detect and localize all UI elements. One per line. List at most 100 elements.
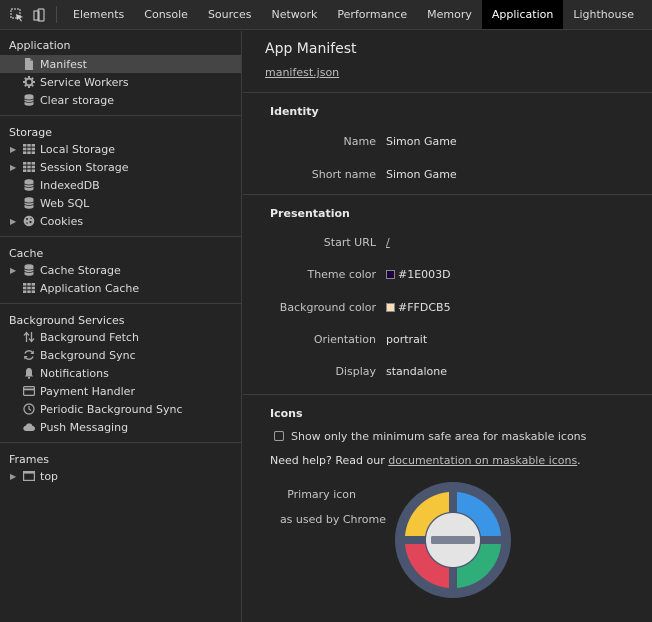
sidebar-item-service-workers[interactable]: Service Workers [0, 73, 241, 91]
tab-console[interactable]: Console [134, 0, 198, 29]
toolbar-divider [56, 6, 57, 23]
sidebar-item-payment-handler[interactable]: Payment Handler [0, 382, 241, 400]
maskable-docs-link[interactable]: documentation on maskable icons [388, 454, 577, 467]
orientation-label: Orientation [313, 332, 376, 346]
sidebar-item-label: Payment Handler [40, 384, 135, 398]
sidebar-section-background-services: Background Services Background Fetch Bac… [0, 304, 241, 443]
sidebar-item-notifications[interactable]: Notifications [0, 364, 241, 382]
tab-elements[interactable]: Elements [63, 0, 134, 29]
sidebar-section-application: Application Manifest Service Workers Cle… [0, 31, 241, 116]
frame-icon [22, 469, 36, 483]
start-url-label: Start URL [323, 236, 376, 249]
grid-icon [22, 142, 36, 156]
expand-arrow-icon[interactable]: ▶ [10, 266, 22, 275]
sidebar-item-label: Manifest [40, 57, 87, 71]
application-sidebar: Application Manifest Service Workers Cle… [0, 31, 242, 622]
sidebar-section-storage: Storage ▶ Local Storage ▶ Session Storag… [0, 116, 241, 237]
sidebar-item-application-cache[interactable]: Application Cache [0, 279, 241, 297]
expand-arrow-icon[interactable]: ▶ [10, 163, 22, 172]
manifest-link[interactable]: manifest.json [265, 66, 339, 79]
primary-icon-sublabel: as used by Chrome [279, 513, 386, 526]
sidebar-item-label: Cookies [40, 214, 84, 228]
sidebar-section-title: Background Services [9, 314, 125, 327]
presentation-section: Presentation Start URL / Theme color #1E… [243, 195, 652, 395]
identity-section: Identity Name Simon Game Short name Simo… [243, 93, 652, 195]
display-value: standalone [386, 364, 448, 378]
tab-sources[interactable]: Sources [198, 0, 262, 29]
background-color-swatch [386, 302, 395, 312]
sidebar-item-indexeddb[interactable]: IndexedDB [0, 176, 241, 194]
clock-icon [22, 402, 36, 416]
database-icon [22, 93, 36, 107]
sidebar-section-frames: Frames ▶ top [0, 443, 241, 491]
sidebar-item-background-fetch[interactable]: Background Fetch [0, 328, 241, 346]
inspect-element-icon[interactable] [6, 0, 28, 29]
background-color-label: Background color [279, 300, 376, 314]
sidebar-item-push-messaging[interactable]: Push Messaging [0, 418, 241, 436]
theme-color-label: Theme color [307, 268, 376, 281]
presentation-section-title: Presentation [270, 207, 350, 220]
cloud-icon [22, 420, 36, 434]
primary-icon-label: Primary icon [287, 488, 356, 501]
cookie-icon [22, 214, 36, 228]
sidebar-item-label: Local Storage [40, 142, 116, 156]
maskable-help-text: Need help? Read our documentation on mas… [270, 454, 652, 470]
device-toolbar-icon[interactable] [28, 0, 50, 29]
sidebar-section-title: Frames [9, 453, 50, 466]
manifest-panel: App Manifest manifest.json Identity Name… [243, 31, 652, 622]
sidebar-item-label: Application Cache [40, 281, 140, 295]
short-name-row: Short name Simon Game [270, 158, 652, 191]
maskable-safe-area-checkbox-label: Show only the minimum safe area for mask… [291, 429, 587, 443]
sidebar-item-label: IndexedDB [40, 178, 100, 192]
display-label: Display [335, 364, 376, 378]
sidebar-item-cache-storage[interactable]: ▶ Cache Storage [0, 261, 241, 279]
expand-arrow-icon[interactable]: ▶ [10, 472, 22, 481]
sidebar-item-label: Background Fetch [40, 330, 139, 344]
theme-color-value: #1E003D [398, 268, 451, 281]
sidebar-item-label: Notifications [40, 366, 109, 380]
sidebar-item-session-storage[interactable]: ▶ Session Storage [0, 158, 241, 176]
manifest-header: App Manifest manifest.json [243, 31, 652, 93]
database-icon [22, 178, 36, 192]
sidebar-item-label: Web SQL [40, 196, 90, 210]
expand-arrow-icon[interactable]: ▶ [10, 145, 22, 154]
sidebar-item-top-frame[interactable]: ▶ top [0, 467, 241, 485]
grid-icon [22, 281, 36, 295]
start-url-link[interactable]: / [386, 236, 390, 249]
maskable-safe-area-checkbox[interactable] [274, 431, 284, 441]
tab-performance[interactable]: Performance [327, 0, 417, 29]
tab-lighthouse[interactable]: Lighthouse [563, 0, 644, 29]
tab-memory[interactable]: Memory [417, 0, 482, 29]
grid-icon [22, 160, 36, 174]
background-color-row: Background color #FFDCB5 [270, 291, 652, 323]
sidebar-item-cookies[interactable]: ▶ Cookies [0, 212, 241, 230]
sidebar-item-label: top [40, 469, 59, 483]
tab-application[interactable]: Application [481, 0, 564, 29]
theme-color-swatch [386, 270, 395, 279]
sidebar-item-manifest[interactable]: Manifest [0, 55, 241, 73]
sidebar-section-cache: Cache ▶ Cache Storage Application Cache [0, 237, 241, 304]
help-suffix: . [577, 454, 581, 467]
orientation-value: portrait [386, 332, 428, 346]
sidebar-item-label: Background Sync [40, 348, 136, 362]
sidebar-item-label: Cache Storage [40, 263, 121, 277]
tab-network[interactable]: Network [261, 0, 327, 29]
start-url-row: Start URL / [270, 227, 652, 258]
sidebar-item-label: Service Workers [40, 75, 129, 89]
sidebar-section-title: Storage [9, 126, 53, 139]
sidebar-item-web-sql[interactable]: Web SQL [0, 194, 241, 212]
sidebar-section-title: Application [9, 39, 71, 52]
expand-arrow-icon[interactable]: ▶ [10, 217, 22, 226]
sidebar-item-clear-storage[interactable]: Clear storage [0, 91, 241, 109]
maskable-safe-area-checkbox-row[interactable]: Show only the minimum safe area for mask… [270, 427, 652, 445]
sidebar-item-periodic-background-sync[interactable]: Periodic Background Sync [0, 400, 241, 418]
page-title: App Manifest [265, 41, 357, 57]
database-icon [22, 196, 36, 210]
sidebar-item-label: Periodic Background Sync [40, 402, 183, 416]
sidebar-item-background-sync[interactable]: Background Sync [0, 346, 241, 364]
help-prefix: Need help? Read our [270, 454, 389, 467]
bell-icon [22, 366, 36, 380]
sidebar-item-local-storage[interactable]: ▶ Local Storage [0, 140, 241, 158]
name-value: Simon Game [386, 135, 457, 148]
devtools-tab-bar: Elements Console Sources Network Perform… [0, 0, 652, 30]
